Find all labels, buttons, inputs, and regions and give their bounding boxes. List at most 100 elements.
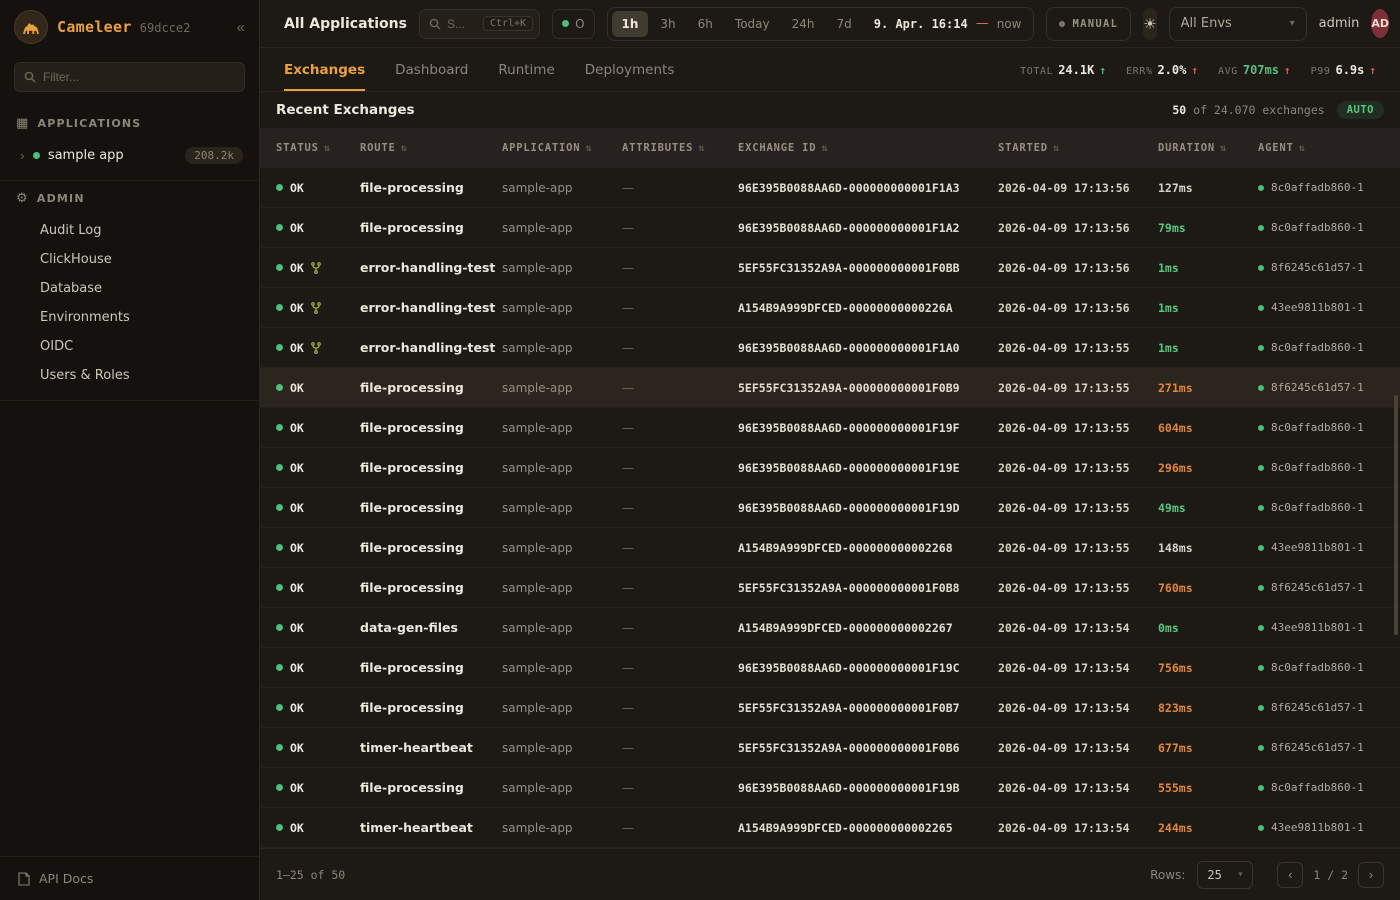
- table-row[interactable]: OK file-processing sample-app — 96E395B0…: [260, 168, 1400, 208]
- table-row[interactable]: OK file-processing sample-app — A154B9A9…: [260, 528, 1400, 568]
- application-cell: sample-app: [502, 301, 622, 315]
- status-label: OK: [290, 821, 304, 835]
- section-title: Recent Exchanges: [276, 102, 415, 118]
- filter-input[interactable]: [43, 70, 235, 84]
- table-body: OK file-processing sample-app — 96E395B0…: [260, 168, 1400, 848]
- stat: P99 6.9s ↑: [1311, 63, 1376, 77]
- time-range-button[interactable]: Today: [725, 11, 780, 37]
- rows-per-page-select[interactable]: 25 ▾: [1197, 861, 1253, 889]
- gear-icon: ⚙: [16, 191, 29, 206]
- column-header[interactable]: EXCHANGE ID ⇅: [738, 142, 998, 154]
- table-row[interactable]: OK file-processing sample-app — 96E395B0…: [260, 768, 1400, 808]
- table-row[interactable]: OK data-gen-files sample-app — A154B9A99…: [260, 608, 1400, 648]
- topbar: All Applications Ctrl+K O 1h3h6hToday24h…: [260, 0, 1400, 48]
- route-cell: file-processing: [360, 380, 502, 395]
- online-indicator[interactable]: O: [552, 9, 594, 39]
- time-range-button[interactable]: 24h: [782, 11, 825, 37]
- status-ok-dot: [276, 384, 283, 391]
- auto-refresh-badge[interactable]: AUTO: [1337, 101, 1384, 119]
- time-range-button[interactable]: 6h: [688, 11, 723, 37]
- sort-icon: ⇅: [1299, 143, 1306, 154]
- admin-nav-item[interactable]: Environments: [0, 303, 259, 332]
- column-header[interactable]: STATUS ⇅: [276, 142, 360, 154]
- table-row[interactable]: OK file-processing sample-app — 96E395B0…: [260, 408, 1400, 448]
- application-cell: sample-app: [502, 541, 622, 555]
- search-input[interactable]: [447, 17, 477, 31]
- agent-id: 8f6245c61d57-1: [1271, 381, 1364, 394]
- manual-mode-button[interactable]: MANUAL: [1046, 7, 1131, 41]
- column-header[interactable]: DURATION ⇅: [1158, 142, 1258, 154]
- theme-toggle-button[interactable]: ☀: [1143, 8, 1156, 40]
- admin-label: ADMIN: [37, 192, 85, 205]
- app-window: Cameleer 69dcce2 « ▦ APPLICATIONS › samp…: [0, 0, 1400, 900]
- table-row[interactable]: OK timer-heartbeat sample-app — 5EF55FC3…: [260, 728, 1400, 768]
- api-docs-link[interactable]: API Docs: [39, 871, 93, 886]
- prev-page-button[interactable]: ‹: [1277, 862, 1303, 888]
- column-header[interactable]: ROUTE ⇅: [360, 142, 502, 154]
- scrollbar-thumb[interactable]: [1394, 395, 1398, 635]
- started-cell: 2026-04-09 17:13:55: [998, 501, 1158, 515]
- column-header[interactable]: APPLICATION ⇅: [502, 142, 622, 154]
- table-row[interactable]: OK error-handling-test sample-app — 96E3…: [260, 328, 1400, 368]
- admin-nav-item[interactable]: Database: [0, 274, 259, 303]
- chevron-down-icon: ▾: [1237, 869, 1243, 880]
- table-row[interactable]: OK file-processing sample-app — 96E395B0…: [260, 448, 1400, 488]
- time-range-button[interactable]: 1h: [612, 11, 649, 37]
- column-header[interactable]: STARTED ⇅: [998, 142, 1158, 154]
- search-shortcut: Ctrl+K: [483, 16, 533, 31]
- column-header[interactable]: AGENT ⇅: [1258, 142, 1400, 154]
- table-row[interactable]: OK file-processing sample-app — 96E395B0…: [260, 648, 1400, 688]
- user-avatar[interactable]: AD: [1371, 9, 1389, 38]
- started-cell: 2026-04-09 17:13:56: [998, 221, 1158, 235]
- tab[interactable]: Exchanges: [284, 48, 365, 91]
- application-cell: sample-app: [502, 341, 622, 355]
- admin-nav-item[interactable]: OIDC: [0, 332, 259, 361]
- table-row[interactable]: OK error-handling-test sample-app — 5EF5…: [260, 248, 1400, 288]
- attributes-cell: —: [622, 621, 738, 635]
- admin-nav-item[interactable]: Users & Roles: [0, 361, 259, 390]
- table-row[interactable]: OK file-processing sample-app — 5EF55FC3…: [260, 688, 1400, 728]
- agent-cell: 8f6245c61d57-1: [1258, 581, 1400, 594]
- status-label: OK: [290, 501, 304, 515]
- admin-nav-item[interactable]: Audit Log: [0, 216, 259, 245]
- table-row[interactable]: OK error-handling-test sample-app — A154…: [260, 288, 1400, 328]
- table-row[interactable]: OK timer-heartbeat sample-app — A154B9A9…: [260, 808, 1400, 848]
- status-cell: OK: [276, 181, 360, 195]
- sidebar-collapse-button[interactable]: «: [237, 19, 245, 36]
- next-page-button[interactable]: ›: [1358, 862, 1384, 888]
- started-cell: 2026-04-09 17:13:55: [998, 341, 1158, 355]
- sidebar-item-sample-app[interactable]: › sample app 208.2k: [0, 141, 259, 170]
- table-row[interactable]: OK file-processing sample-app — 5EF55FC3…: [260, 568, 1400, 608]
- column-header[interactable]: ATTRIBUTES ⇅: [622, 142, 738, 154]
- table-row[interactable]: OK file-processing sample-app — 5EF55FC3…: [260, 368, 1400, 408]
- tab[interactable]: Runtime: [498, 48, 554, 91]
- stats-bar: TOTAL 24.1K ↑ ERR% 2.0% ↑ AVG 707ms ↑ P9…: [1020, 48, 1376, 91]
- sort-icon: ⇅: [698, 143, 705, 154]
- chevron-right-icon: ›: [20, 149, 25, 163]
- tab[interactable]: Deployments: [585, 48, 675, 91]
- table-row[interactable]: OK file-processing sample-app — 96E395B0…: [260, 488, 1400, 528]
- agent-id: 8c0affadb860-1: [1271, 421, 1364, 434]
- started-cell: 2026-04-09 17:13:55: [998, 461, 1158, 475]
- time-range-button[interactable]: 7d: [827, 11, 862, 37]
- started-cell: 2026-04-09 17:13:54: [998, 781, 1158, 795]
- table-row[interactable]: OK file-processing sample-app — 96E395B0…: [260, 208, 1400, 248]
- exchange-id-cell: 96E395B0088AA6D-000000000001F19C: [738, 661, 998, 675]
- env-select[interactable]: All Envs ▾: [1169, 7, 1307, 41]
- status-ok-dot: [276, 424, 283, 431]
- status-ok-dot: [276, 544, 283, 551]
- status-ok-dot: [276, 504, 283, 511]
- started-cell: 2026-04-09 17:13:56: [998, 301, 1158, 315]
- tab[interactable]: Dashboard: [395, 48, 468, 91]
- sidebar-filter[interactable]: [14, 62, 245, 92]
- application-cell: sample-app: [502, 181, 622, 195]
- admin-nav-item[interactable]: ClickHouse: [0, 245, 259, 274]
- duration-cell: 148ms: [1158, 541, 1258, 555]
- status-label: OK: [290, 421, 304, 435]
- global-search[interactable]: Ctrl+K: [419, 9, 540, 39]
- status-ok-dot: [276, 464, 283, 471]
- time-range-button[interactable]: 3h: [650, 11, 685, 37]
- application-cell: sample-app: [502, 661, 622, 675]
- route-cell: timer-heartbeat: [360, 740, 502, 755]
- trend-up-icon: ↑: [1369, 64, 1376, 77]
